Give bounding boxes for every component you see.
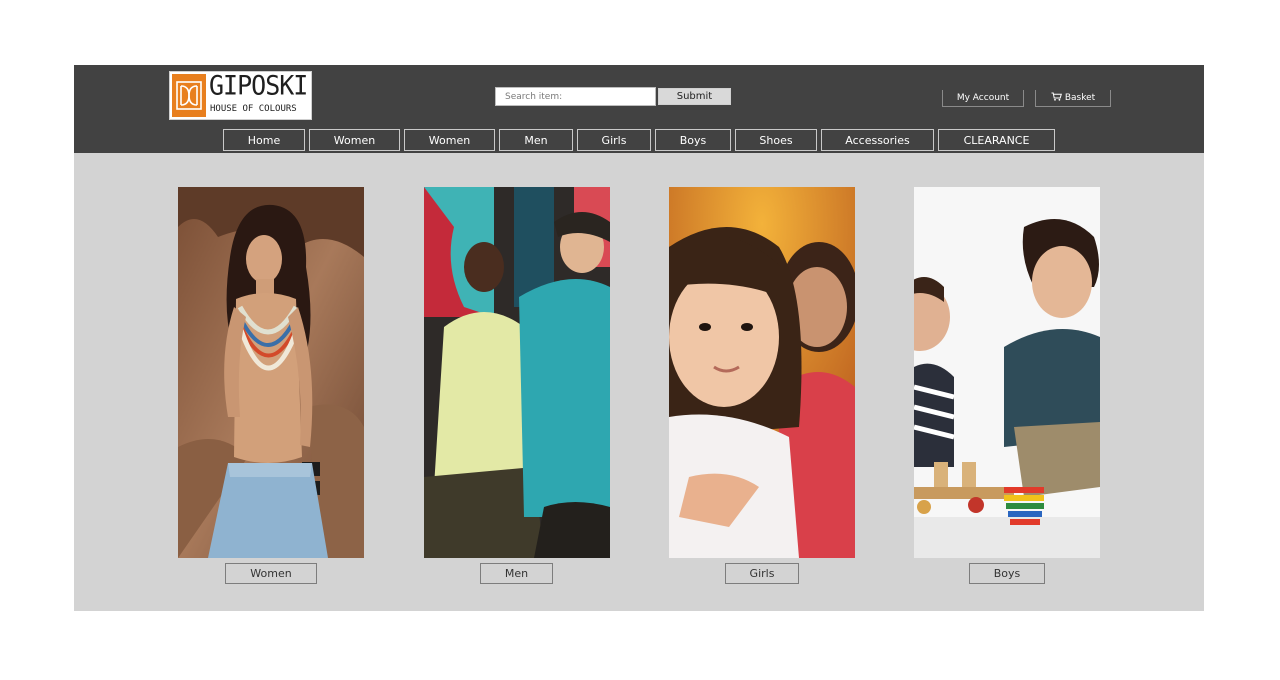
nav-item-accessories[interactable]: Accessories — [821, 129, 934, 151]
brand-tagline: HOUSE OF COLOURS — [210, 104, 297, 114]
nav-item-boys[interactable]: Boys — [655, 129, 731, 151]
site-header: GIPOSKI HOUSE OF COLOURS Submit My Accou… — [74, 65, 1204, 153]
nav-item-shoes[interactable]: Shoes — [735, 129, 817, 151]
category-button-women[interactable]: Women — [225, 563, 317, 584]
nav-item-home[interactable]: Home — [223, 129, 305, 151]
brand-name: GIPOSKI — [209, 70, 308, 101]
basket-label: Basket — [1064, 93, 1096, 103]
category-button-girls[interactable]: Girls — [725, 563, 799, 584]
nav-item-women-2[interactable]: Women — [404, 129, 495, 151]
search-input[interactable] — [495, 87, 656, 106]
category-image-girls[interactable] — [669, 187, 855, 558]
brand-logo[interactable]: GIPOSKI HOUSE OF COLOURS — [169, 71, 312, 120]
my-account-link[interactable]: My Account — [942, 90, 1024, 107]
category-image-men[interactable] — [424, 187, 610, 558]
basket-icon — [1051, 92, 1062, 104]
category-button-boys[interactable]: Boys — [969, 563, 1045, 584]
nav-item-clearance[interactable]: CLEARANCE — [938, 129, 1055, 151]
category-image-women[interactable] — [178, 187, 364, 558]
page-container: GIPOSKI HOUSE OF COLOURS Submit My Accou… — [74, 65, 1204, 611]
search-submit-button[interactable]: Submit — [658, 88, 731, 105]
basket-link[interactable]: Basket — [1035, 90, 1111, 107]
category-image-boys[interactable] — [914, 187, 1100, 558]
logo-monogram-icon — [172, 74, 206, 117]
category-button-men[interactable]: Men — [480, 563, 553, 584]
nav-item-women[interactable]: Women — [309, 129, 400, 151]
main-nav: Home Women Women Men Girls Boys Shoes Ac… — [223, 129, 1059, 151]
nav-item-girls[interactable]: Girls — [577, 129, 651, 151]
nav-item-men[interactable]: Men — [499, 129, 573, 151]
